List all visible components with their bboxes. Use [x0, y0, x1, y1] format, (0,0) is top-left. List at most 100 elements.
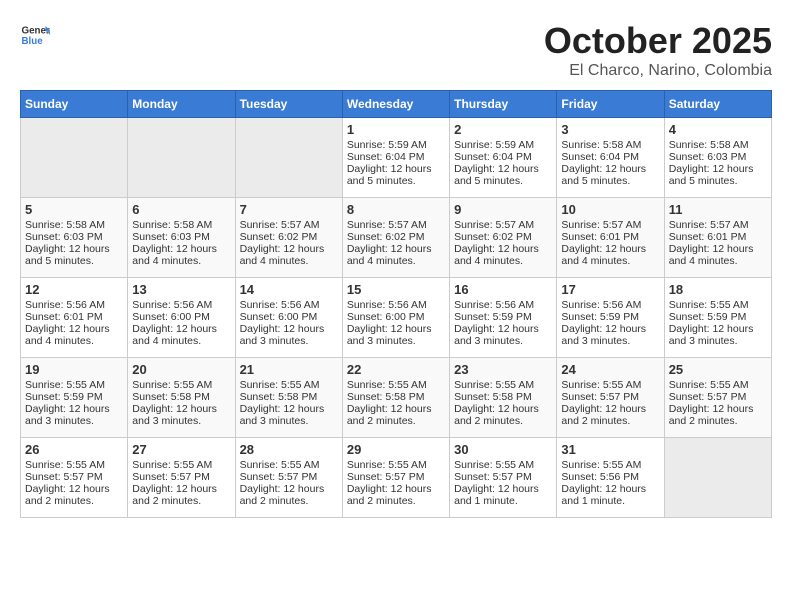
- sunset-text: Sunset: 6:04 PM: [561, 151, 659, 163]
- sunset-text: Sunset: 6:01 PM: [25, 311, 123, 323]
- sunset-text: Sunset: 6:04 PM: [347, 151, 445, 163]
- day-number: 15: [347, 282, 445, 297]
- day-number: 8: [347, 202, 445, 217]
- calendar-day-cell: 10Sunrise: 5:57 AMSunset: 6:01 PMDayligh…: [557, 198, 664, 278]
- sunset-text: Sunset: 5:56 PM: [561, 471, 659, 483]
- daylight-text: Daylight: 12 hours and 5 minutes.: [347, 163, 445, 187]
- logo: General Blue: [20, 20, 50, 50]
- daylight-text: Daylight: 12 hours and 2 minutes.: [454, 403, 552, 427]
- weekday-header: Monday: [128, 91, 235, 118]
- calendar-day-cell: [235, 118, 342, 198]
- sunset-text: Sunset: 6:03 PM: [25, 231, 123, 243]
- sunrise-text: Sunrise: 5:56 AM: [25, 299, 123, 311]
- sunrise-text: Sunrise: 5:57 AM: [669, 219, 767, 231]
- sunrise-text: Sunrise: 5:59 AM: [347, 139, 445, 151]
- day-number: 13: [132, 282, 230, 297]
- calendar-day-cell: 12 Sunrise: 5:56 AMSunset: 6:01 PMDayligh…: [21, 278, 128, 358]
- day-number: 12: [25, 282, 123, 297]
- daylight-text: Daylight: 12 hours and 4 minutes.: [25, 323, 123, 347]
- daylight-text: Daylight: 12 hours and 5 minutes.: [669, 163, 767, 187]
- sunrise-text: Sunrise: 5:55 AM: [25, 379, 123, 391]
- day-number: 11: [669, 202, 767, 217]
- daylight-text: Daylight: 12 hours and 2 minutes.: [25, 483, 123, 507]
- day-number: 17: [561, 282, 659, 297]
- sunset-text: Sunset: 6:03 PM: [669, 151, 767, 163]
- sunset-text: Sunset: 6:03 PM: [132, 231, 230, 243]
- calendar-day-cell: 31Sunrise: 5:55 AMSunset: 5:56 PMDayligh…: [557, 438, 664, 518]
- sunset-text: Sunset: 5:57 PM: [561, 391, 659, 403]
- calendar-day-cell: 26Sunrise: 5:55 AMSunset: 5:57 PMDayligh…: [21, 438, 128, 518]
- sunset-text: Sunset: 5:59 PM: [561, 311, 659, 323]
- sunset-text: Sunset: 5:57 PM: [132, 471, 230, 483]
- sunrise-text: Sunrise: 5:58 AM: [132, 219, 230, 231]
- calendar-day-cell: 23 Sunrise: 5:55 AMSunset: 5:58 PMDayligh…: [450, 358, 557, 438]
- sunrise-text: Sunrise: 5:55 AM: [347, 379, 445, 391]
- calendar-day-cell: 28Sunrise: 5:55 AMSunset: 5:57 PMDayligh…: [235, 438, 342, 518]
- calendar-day-cell: 13Sunrise: 5:56 AMSunset: 6:00 PMDayligh…: [128, 278, 235, 358]
- day-number: 24: [561, 362, 659, 377]
- day-number: 27: [132, 442, 230, 457]
- day-number: 23: [454, 362, 552, 377]
- calendar-day-cell: 5Sunrise: 5:58 AMSunset: 6:03 PMDaylight…: [21, 198, 128, 278]
- sunrise-text: Sunrise: 5:56 AM: [240, 299, 338, 311]
- sunrise-text: Sunrise: 5:56 AM: [132, 299, 230, 311]
- page-subtitle: El Charco, Narino, Colombia: [544, 62, 772, 80]
- sunrise-text: Sunrise: 5:55 AM: [347, 459, 445, 471]
- sunset-text: Sunset: 6:02 PM: [240, 231, 338, 243]
- sunrise-text: Sunrise: 5:55 AM: [240, 379, 338, 391]
- calendar-header-row: SundayMondayTuesdayWednesdayThursdayFrid…: [21, 91, 772, 118]
- daylight-text: Daylight: 12 hours and 5 minutes.: [561, 163, 659, 187]
- daylight-text: Daylight: 12 hours and 3 minutes.: [240, 323, 338, 347]
- sunrise-text: Sunrise: 5:55 AM: [454, 379, 552, 391]
- sunset-text: Sunset: 5:57 PM: [347, 471, 445, 483]
- calendar-day-cell: 2Sunrise: 5:59 AMSunset: 6:04 PMDaylight…: [450, 118, 557, 198]
- daylight-text: Daylight: 12 hours and 3 minutes.: [454, 323, 552, 347]
- daylight-text: Daylight: 12 hours and 3 minutes.: [561, 323, 659, 347]
- sunrise-text: Sunrise: 5:55 AM: [132, 379, 230, 391]
- calendar-week-row: 1Sunrise: 5:59 AMSunset: 6:04 PMDaylight…: [21, 118, 772, 198]
- calendar-day-cell: 20Sunrise: 5:55 AMSunset: 5:58 PMDayligh…: [128, 358, 235, 438]
- weekday-header: Wednesday: [342, 91, 449, 118]
- calendar-day-cell: [664, 438, 771, 518]
- sunset-text: Sunset: 5:57 PM: [454, 471, 552, 483]
- calendar-day-cell: 6Sunrise: 5:58 AMSunset: 6:03 PMDaylight…: [128, 198, 235, 278]
- day-number: 30: [454, 442, 552, 457]
- sunset-text: Sunset: 6:02 PM: [347, 231, 445, 243]
- day-number: 26: [25, 442, 123, 457]
- daylight-text: Daylight: 12 hours and 4 minutes.: [240, 243, 338, 267]
- sunset-text: Sunset: 5:57 PM: [669, 391, 767, 403]
- calendar-day-cell: 1Sunrise: 5:59 AMSunset: 6:04 PMDaylight…: [342, 118, 449, 198]
- sunset-text: Sunset: 6:04 PM: [454, 151, 552, 163]
- sunrise-text: Sunrise: 5:59 AM: [454, 139, 552, 151]
- sunrise-text: Sunrise: 5:55 AM: [669, 379, 767, 391]
- day-number: 14: [240, 282, 338, 297]
- svg-text:Blue: Blue: [22, 36, 44, 47]
- sunrise-text: Sunrise: 5:57 AM: [561, 219, 659, 231]
- sunrise-text: Sunrise: 5:55 AM: [561, 379, 659, 391]
- sunrise-text: Sunrise: 5:56 AM: [347, 299, 445, 311]
- sunset-text: Sunset: 5:58 PM: [347, 391, 445, 403]
- sunrise-text: Sunrise: 5:55 AM: [132, 459, 230, 471]
- daylight-text: Daylight: 12 hours and 3 minutes.: [25, 403, 123, 427]
- calendar-day-cell: 8Sunrise: 5:57 AMSunset: 6:02 PMDaylight…: [342, 198, 449, 278]
- day-number: 19: [25, 362, 123, 377]
- sunset-text: Sunset: 5:58 PM: [454, 391, 552, 403]
- calendar-day-cell: 11Sunrise: 5:57 AMSunset: 6:01 PMDayligh…: [664, 198, 771, 278]
- calendar-day-cell: 30Sunrise: 5:55 AMSunset: 5:57 PMDayligh…: [450, 438, 557, 518]
- daylight-text: Daylight: 12 hours and 1 minute.: [454, 483, 552, 507]
- sunrise-text: Sunrise: 5:56 AM: [561, 299, 659, 311]
- weekday-header: Tuesday: [235, 91, 342, 118]
- calendar-day-cell: 29Sunrise: 5:55 AMSunset: 5:57 PMDayligh…: [342, 438, 449, 518]
- daylight-text: Daylight: 12 hours and 4 minutes.: [561, 243, 659, 267]
- sunset-text: Sunset: 6:00 PM: [347, 311, 445, 323]
- daylight-text: Daylight: 12 hours and 4 minutes.: [669, 243, 767, 267]
- daylight-text: Daylight: 12 hours and 2 minutes.: [669, 403, 767, 427]
- day-number: 28: [240, 442, 338, 457]
- day-number: 7: [240, 202, 338, 217]
- calendar-day-cell: 21Sunrise: 5:55 AMSunset: 5:58 PMDayligh…: [235, 358, 342, 438]
- sunrise-text: Sunrise: 5:55 AM: [25, 459, 123, 471]
- calendar-day-cell: [21, 118, 128, 198]
- sunset-text: Sunset: 5:58 PM: [240, 391, 338, 403]
- sunrise-text: Sunrise: 5:55 AM: [669, 299, 767, 311]
- calendar-day-cell: [128, 118, 235, 198]
